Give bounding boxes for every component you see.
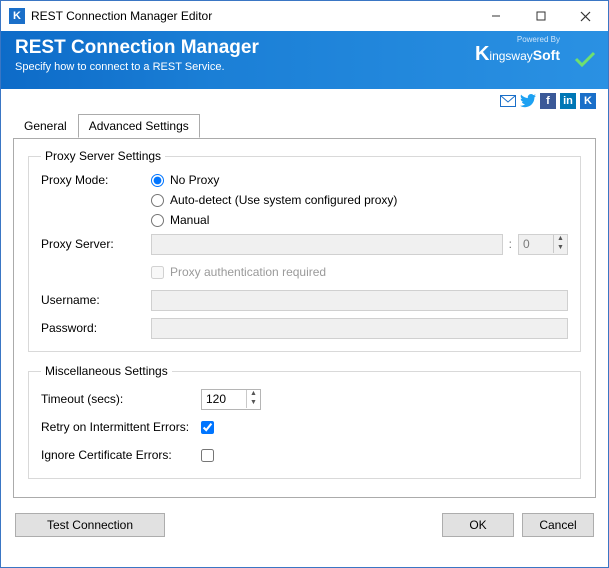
check-badge-icon [574, 51, 596, 67]
ok-button[interactable]: OK [442, 513, 514, 537]
tab-general[interactable]: General [13, 114, 78, 138]
port-step-down-icon[interactable]: ▼ [554, 244, 567, 253]
timeout-step-up-icon[interactable]: ▲ [247, 390, 260, 399]
proxy-legend: Proxy Server Settings [41, 149, 165, 163]
minimize-button[interactable] [473, 1, 518, 31]
app-icon: K [9, 8, 25, 24]
kingsway-icon[interactable]: K [580, 93, 596, 109]
close-button[interactable] [563, 1, 608, 31]
kingswaysoft-logo: KingswaySoft [475, 43, 560, 66]
timeout-input[interactable] [202, 390, 246, 409]
retry-checkbox[interactable] [201, 421, 214, 434]
proxy-auth-checkbox[interactable] [151, 266, 164, 279]
retry-label: Retry on Intermittent Errors: [41, 420, 201, 434]
test-connection-button[interactable]: Test Connection [15, 513, 165, 537]
header-banner: REST Connection Manager Specify how to c… [1, 31, 608, 89]
linkedin-icon[interactable]: in [560, 93, 576, 109]
radio-manual[interactable]: Manual [151, 213, 397, 227]
proxy-port-stepper[interactable]: ▲ ▼ [518, 234, 568, 255]
timeout-step-down-icon[interactable]: ▼ [247, 399, 260, 408]
facebook-icon[interactable]: f [540, 93, 556, 109]
tab-bar: General Advanced Settings [1, 113, 608, 138]
mail-icon[interactable] [500, 93, 516, 109]
ignore-cert-label: Ignore Certificate Errors: [41, 448, 201, 462]
proxy-mode-label: Proxy Mode: [41, 173, 151, 187]
radio-no-proxy[interactable]: No Proxy [151, 173, 397, 187]
maximize-button[interactable] [518, 1, 563, 31]
radio-manual-input[interactable] [151, 214, 164, 227]
window-title: REST Connection Manager Editor [31, 9, 473, 23]
timeout-label: Timeout (secs): [41, 392, 201, 406]
tab-content: Proxy Server Settings Proxy Mode: No Pro… [13, 138, 596, 498]
window-controls [473, 1, 608, 31]
cancel-button[interactable]: Cancel [522, 513, 594, 537]
misc-legend: Miscellaneous Settings [41, 364, 172, 378]
timeout-stepper[interactable]: ▲ ▼ [201, 389, 261, 410]
radio-auto-detect-input[interactable] [151, 194, 164, 207]
password-label: Password: [41, 321, 151, 335]
username-input[interactable] [151, 290, 568, 311]
misc-settings-group: Miscellaneous Settings Timeout (secs): ▲… [28, 364, 581, 479]
proxy-server-label: Proxy Server: [41, 237, 151, 251]
port-separator: : [503, 237, 518, 251]
twitter-icon[interactable] [520, 93, 536, 109]
proxy-auth-required[interactable]: Proxy authentication required [151, 265, 326, 279]
radio-auto-detect[interactable]: Auto-detect (Use system configured proxy… [151, 193, 397, 207]
tab-advanced-settings[interactable]: Advanced Settings [78, 114, 200, 138]
proxy-server-input[interactable] [151, 234, 503, 255]
radio-no-proxy-input[interactable] [151, 174, 164, 187]
ignore-cert-checkbox[interactable] [201, 449, 214, 462]
password-input[interactable] [151, 318, 568, 339]
proxy-settings-group: Proxy Server Settings Proxy Mode: No Pro… [28, 149, 581, 352]
social-bar: f in K [1, 89, 608, 113]
footer: Test Connection OK Cancel [1, 508, 608, 548]
titlebar: K REST Connection Manager Editor [1, 1, 608, 31]
proxy-port-input[interactable] [519, 235, 553, 254]
username-label: Username: [41, 293, 151, 307]
port-step-up-icon[interactable]: ▲ [554, 235, 567, 244]
